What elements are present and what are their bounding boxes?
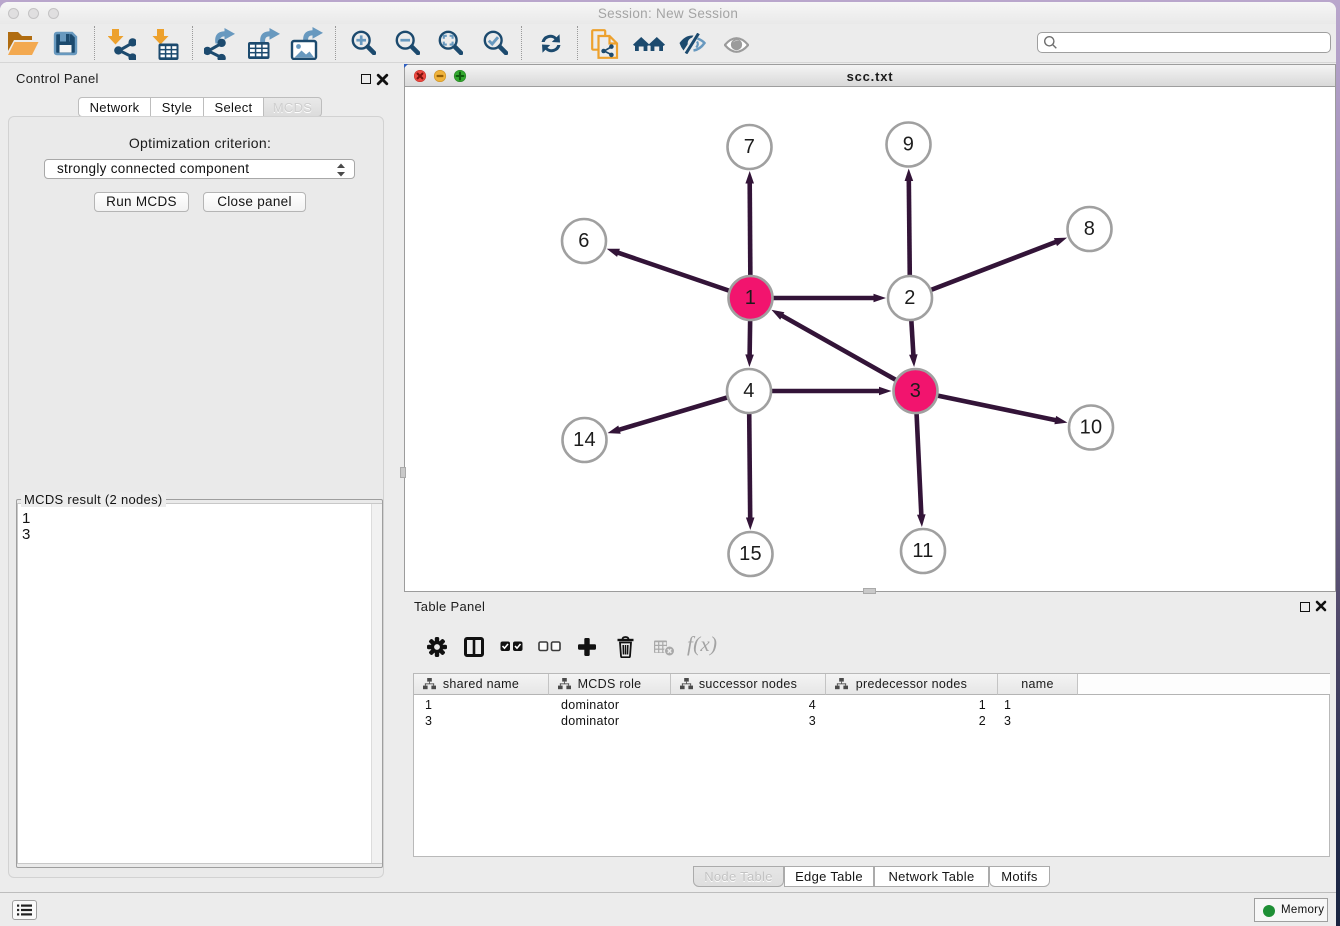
- svg-text:1: 1: [745, 287, 756, 309]
- svg-text:3: 3: [910, 380, 921, 402]
- svg-text:6: 6: [578, 230, 589, 252]
- svg-text:4: 4: [743, 380, 754, 402]
- svg-text:8: 8: [1084, 218, 1095, 240]
- svg-text:7: 7: [744, 136, 755, 158]
- svg-text:14: 14: [573, 429, 596, 451]
- svg-text:10: 10: [1080, 417, 1103, 439]
- svg-text:2: 2: [904, 287, 915, 309]
- svg-text:11: 11: [912, 540, 933, 562]
- svg-text:15: 15: [739, 543, 762, 565]
- svg-text:9: 9: [903, 134, 914, 156]
